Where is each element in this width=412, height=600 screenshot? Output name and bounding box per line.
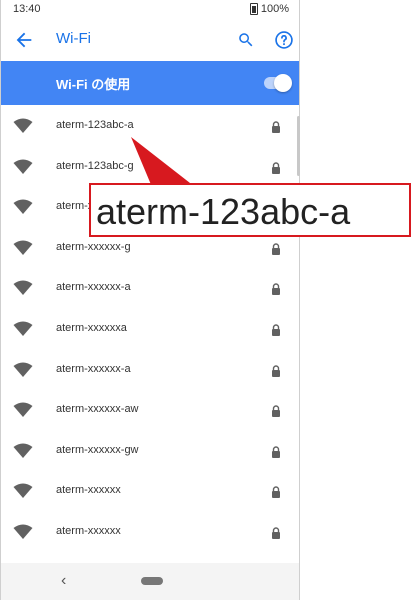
lock-icon bbox=[271, 282, 281, 296]
wifi-signal-icon bbox=[13, 199, 33, 215]
lock-icon bbox=[271, 364, 281, 377]
lock-icon bbox=[271, 242, 281, 255]
app-bar: Wi-Fi bbox=[1, 19, 299, 61]
network-row[interactable]: aterm-xxxxxx bbox=[1, 512, 299, 553]
nav-back-icon[interactable]: ‹ bbox=[61, 572, 66, 590]
wifi-toggle-bar[interactable]: Wi-Fi の使用 bbox=[1, 61, 299, 105]
network-row[interactable]: aterm-123abc-g bbox=[1, 147, 299, 188]
wifi-signal-icon bbox=[13, 483, 33, 499]
network-ssid: aterm-xxxxxx bbox=[56, 524, 121, 537]
lock-icon bbox=[271, 404, 281, 418]
lock-icon bbox=[271, 485, 281, 499]
lock-icon bbox=[271, 120, 281, 133]
network-row[interactable]: aterm-xxxxxx bbox=[1, 471, 299, 512]
scrollbar[interactable] bbox=[297, 116, 300, 176]
wifi-signal-icon bbox=[13, 118, 33, 134]
lock-icon bbox=[271, 323, 281, 336]
status-time: 13:40 bbox=[13, 3, 41, 15]
help-icon[interactable] bbox=[274, 30, 293, 49]
navigation-bar: ‹ bbox=[1, 563, 299, 600]
network-ssid: aterm-123abc-a bbox=[56, 119, 134, 131]
network-ssid: aterm-xxxxxx-a bbox=[56, 362, 131, 375]
wifi-signal-icon bbox=[13, 362, 33, 378]
network-row[interactable]: aterm-123abc-a bbox=[1, 106, 299, 147]
wifi-signal-icon bbox=[13, 443, 33, 459]
network-row[interactable]: aterm-xxxxxx-gw bbox=[1, 431, 299, 472]
wifi-toggle-label: Wi-Fi の使用 bbox=[56, 77, 131, 92]
network-list: aterm-123abc-a aterm-123abc-g aterm-xxxxxx… bbox=[1, 106, 299, 553]
network-ssid: aterm-xxxxxx-g bbox=[56, 240, 131, 253]
battery-level: 100% bbox=[260, 3, 289, 15]
wifi-signal-icon bbox=[13, 321, 33, 337]
wifi-signal-icon bbox=[13, 524, 33, 540]
search-icon[interactable] bbox=[237, 31, 255, 49]
callout-box: aterm-123abc-a bbox=[89, 183, 411, 237]
network-ssid: aterm-xxxxxx-a bbox=[56, 281, 131, 294]
phone-screen: 13:40 100% Wi-Fi Wi-Fi の使用 aterm-123abc-… bbox=[0, 0, 300, 600]
status-bar: 13:40 100% bbox=[1, 0, 299, 19]
wifi-switch[interactable] bbox=[264, 74, 292, 92]
battery-indicator: 100% bbox=[249, 3, 289, 15]
network-row[interactable]: aterm-xxxxxxa bbox=[1, 309, 299, 350]
network-row[interactable]: aterm-xxxxxx-a bbox=[1, 268, 299, 309]
network-ssid: aterm-xxxxxx-gw bbox=[56, 443, 139, 456]
wifi-signal-icon bbox=[13, 402, 33, 418]
lock-icon bbox=[271, 161, 281, 174]
network-row[interactable]: aterm-xxxxxx-aw bbox=[1, 390, 299, 431]
network-ssid: aterm-xxxxxx bbox=[56, 484, 121, 497]
page-title: Wi-Fi bbox=[56, 30, 91, 47]
wifi-signal-icon bbox=[13, 159, 33, 175]
callout-text: aterm-123abc-a bbox=[96, 191, 351, 232]
lock-icon bbox=[271, 445, 281, 458]
network-row[interactable]: aterm-xxxxxx-a bbox=[1, 350, 299, 391]
network-ssid: aterm-xxxxxx-aw bbox=[56, 403, 139, 416]
home-pill[interactable] bbox=[141, 577, 163, 585]
arrow-back-icon[interactable] bbox=[13, 29, 35, 51]
wifi-signal-icon bbox=[13, 240, 33, 256]
battery-icon bbox=[249, 3, 258, 15]
network-ssid: aterm-123abc-g bbox=[56, 159, 134, 172]
lock-icon bbox=[271, 526, 281, 539]
switch-knob bbox=[274, 74, 292, 92]
network-ssid: aterm-xxxxxxa bbox=[56, 321, 127, 334]
wifi-signal-icon bbox=[13, 280, 33, 296]
